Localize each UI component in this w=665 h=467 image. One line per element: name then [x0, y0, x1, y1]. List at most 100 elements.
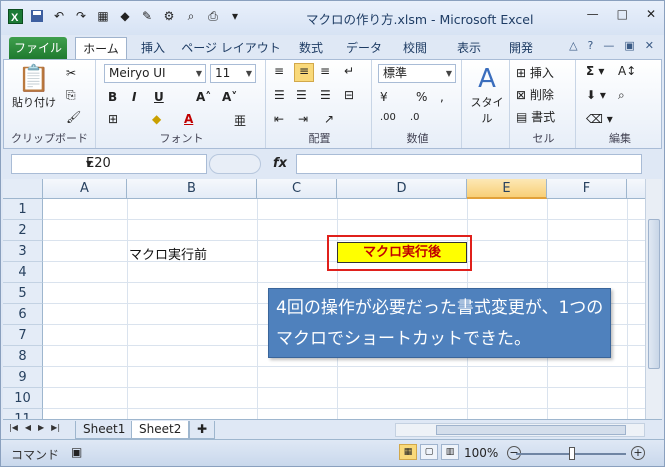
- column-header-f[interactable]: F: [547, 179, 627, 199]
- workbook-close-icon[interactable]: ✕: [645, 39, 654, 52]
- workbook-restore-icon[interactable]: ▣: [624, 39, 634, 52]
- first-sheet-icon[interactable]: |◀: [9, 423, 18, 432]
- underline-button[interactable]: U: [154, 90, 164, 104]
- column-header-d[interactable]: D: [337, 179, 467, 199]
- tab-file[interactable]: ファイル: [9, 37, 67, 59]
- fill-icon[interactable]: ⬇ ▾: [586, 88, 606, 102]
- zoom-slider[interactable]: [516, 447, 626, 460]
- close-icon[interactable]: ✕: [646, 7, 656, 21]
- font-color-icon[interactable]: A: [184, 112, 193, 126]
- vertical-scrollbar[interactable]: [645, 179, 662, 419]
- fill-color-icon[interactable]: ◆: [152, 112, 161, 126]
- customize-qat-icon[interactable]: ▾: [227, 8, 243, 24]
- column-header-c[interactable]: C: [257, 179, 337, 199]
- undo-icon[interactable]: ↶: [51, 8, 67, 24]
- scroll-thumb[interactable]: [436, 425, 626, 435]
- tab-review[interactable]: 校閲: [395, 37, 435, 59]
- format-painter-icon[interactable]: 🖌: [66, 110, 81, 124]
- font-size-select[interactable]: 11 ▼: [210, 64, 256, 83]
- comma-icon[interactable]: ,: [440, 90, 444, 104]
- row-header-9[interactable]: 9: [3, 367, 43, 388]
- sort-filter-icon[interactable]: A↕: [618, 64, 636, 78]
- row-header-1[interactable]: 1: [3, 199, 43, 220]
- increase-decimal-icon[interactable]: .00: [380, 112, 396, 123]
- cut-icon[interactable]: ✂: [66, 66, 76, 80]
- insert-sheet-icon[interactable]: ✚: [189, 421, 215, 439]
- row-header-10[interactable]: 10: [3, 388, 43, 409]
- zoom-in-icon[interactable]: +: [631, 446, 645, 460]
- paste-button[interactable]: 📋 貼り付け: [10, 64, 58, 110]
- borders-icon[interactable]: ⊞: [108, 112, 118, 126]
- row-header-8[interactable]: 8: [3, 346, 43, 367]
- column-header-g[interactable]: [627, 179, 645, 199]
- page-layout-view-icon[interactable]: ▢: [420, 444, 438, 460]
- decrease-decimal-icon[interactable]: .0: [410, 112, 420, 123]
- format-cells-button[interactable]: ▤ 書式: [516, 108, 555, 125]
- row-header-4[interactable]: 4: [3, 262, 43, 283]
- find-select-icon[interactable]: ⌕: [618, 88, 625, 103]
- zoom-level[interactable]: 100%: [464, 446, 498, 460]
- fill-color-icon[interactable]: ◆: [117, 8, 133, 24]
- zoom-slider-knob[interactable]: [569, 447, 575, 460]
- row-header-11[interactable]: 11: [3, 409, 43, 419]
- formula-input[interactable]: [296, 154, 642, 174]
- decrease-indent-icon[interactable]: ⇤: [274, 112, 284, 126]
- row-header-5[interactable]: 5: [3, 283, 43, 304]
- page-break-view-icon[interactable]: ▥: [441, 444, 459, 460]
- orientation-icon[interactable]: ↗: [324, 112, 334, 126]
- redo-icon[interactable]: ↷: [73, 8, 89, 24]
- align-middle-icon[interactable]: ≡: [294, 63, 314, 82]
- tab-home[interactable]: ホーム: [75, 37, 127, 59]
- format-painter-icon[interactable]: ✎: [139, 8, 155, 24]
- name-box[interactable]: E20 ▼: [11, 154, 207, 174]
- merge-cells-icon[interactable]: ⊟: [344, 88, 354, 102]
- tab-page-layout[interactable]: ページ レイアウト: [181, 37, 281, 59]
- phonetic-icon[interactable]: 亜: [234, 112, 246, 129]
- increase-indent-icon[interactable]: ⇥: [298, 112, 308, 126]
- macro-icon[interactable]: ⚙: [161, 8, 177, 24]
- column-header-b[interactable]: B: [127, 179, 257, 199]
- print-preview-icon[interactable]: ⌕: [183, 8, 199, 24]
- maximize-icon[interactable]: □: [617, 7, 628, 21]
- align-right-icon[interactable]: ☰: [320, 88, 331, 102]
- tab-data[interactable]: データ: [341, 37, 387, 59]
- row-header-2[interactable]: 2: [3, 220, 43, 241]
- insert-cells-button[interactable]: ⊞ 挿入: [516, 64, 554, 81]
- sheet-tab-sheet2[interactable]: Sheet2: [131, 421, 190, 439]
- align-center-icon[interactable]: ☰: [296, 88, 307, 102]
- clear-icon[interactable]: ⌫ ▾: [586, 112, 613, 126]
- copy-icon[interactable]: ⎘: [66, 88, 76, 103]
- delete-cells-button[interactable]: ⊠ 削除: [516, 86, 554, 103]
- column-header-a[interactable]: A: [43, 179, 127, 199]
- cell-b3[interactable]: マクロ実行前: [129, 244, 207, 263]
- shrink-font-button[interactable]: A˅: [222, 90, 237, 104]
- worksheet-grid[interactable]: A B C D E F 1 2 3 4 5 6 7 8 9 10 11 マクロ実…: [3, 179, 645, 419]
- row-header-3[interactable]: 3: [3, 241, 43, 262]
- currency-icon[interactable]: ¥: [380, 90, 388, 104]
- align-top-icon[interactable]: ≡: [274, 64, 284, 78]
- italic-button[interactable]: I: [132, 90, 136, 104]
- insert-function-icon[interactable]: fx: [273, 156, 287, 171]
- bold-button[interactable]: B: [108, 90, 117, 104]
- help-icon[interactable]: ?: [588, 39, 594, 52]
- print-icon[interactable]: ⎙: [205, 8, 221, 24]
- align-bottom-icon[interactable]: ≡: [320, 64, 330, 78]
- minimize-ribbon-icon[interactable]: △: [569, 39, 577, 52]
- next-sheet-icon[interactable]: ▶: [38, 423, 44, 432]
- macro-record-icon[interactable]: ▣: [71, 445, 82, 459]
- prev-sheet-icon[interactable]: ◀: [25, 423, 31, 432]
- percent-icon[interactable]: %: [416, 90, 427, 104]
- last-sheet-icon[interactable]: ▶|: [51, 423, 60, 432]
- scroll-thumb[interactable]: [648, 219, 660, 369]
- borders-icon[interactable]: ▦: [95, 8, 111, 24]
- align-left-icon[interactable]: ☰: [274, 88, 285, 102]
- wrap-text-icon[interactable]: ↵: [344, 64, 354, 78]
- row-header-6[interactable]: 6: [3, 304, 43, 325]
- grow-font-button[interactable]: A˄: [196, 90, 211, 104]
- autosum-icon[interactable]: Σ ▾: [586, 64, 604, 78]
- sheet-tab-sheet1[interactable]: Sheet1: [75, 421, 134, 439]
- column-header-e[interactable]: E: [467, 179, 547, 199]
- number-format-select[interactable]: 標準 ▼: [378, 64, 456, 83]
- tab-view[interactable]: 表示: [449, 37, 489, 59]
- select-all-corner[interactable]: [3, 179, 43, 199]
